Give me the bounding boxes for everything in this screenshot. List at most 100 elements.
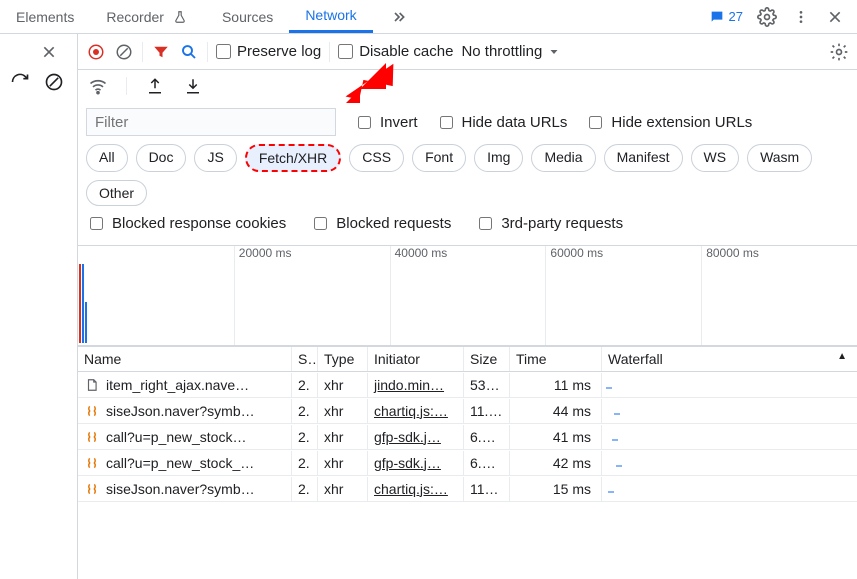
kebab-menu-icon[interactable] [791, 7, 811, 27]
disable-cache-checkbox[interactable]: Disable cache [338, 43, 453, 60]
table-row[interactable]: call?u=p_new_stock…2.xhrgfp-sdk.j…6.5…41… [78, 424, 857, 450]
document-icon [84, 377, 100, 393]
col-status[interactable]: S. [292, 347, 318, 371]
hide-data-urls-checkbox[interactable]: Hide data URLs [436, 113, 568, 132]
preserve-log-input[interactable] [216, 44, 231, 59]
filter-icon[interactable] [151, 42, 171, 62]
chevron-down-icon [548, 46, 560, 58]
request-initiator[interactable]: chartiq.js:… [368, 477, 464, 501]
col-waterfall-label: Waterfall [608, 351, 663, 367]
preserve-log-label: Preserve log [237, 43, 321, 60]
search-icon[interactable] [179, 42, 199, 62]
third-party-checkbox[interactable]: 3rd-party requests [475, 214, 623, 233]
tab-network[interactable]: Network [289, 0, 372, 33]
gear-icon[interactable] [757, 7, 777, 27]
request-time: 42 ms [510, 451, 602, 475]
chip-font[interactable]: Font [412, 144, 466, 172]
overview-tick: 20000 ms [234, 246, 292, 345]
chip-doc[interactable]: Doc [136, 144, 187, 172]
download-icon[interactable] [183, 76, 203, 96]
chip-fetchxhr[interactable]: Fetch/XHR [245, 144, 341, 172]
wifi-icon[interactable] [88, 76, 108, 96]
request-time: 44 ms [510, 399, 602, 423]
col-time[interactable]: Time [510, 347, 602, 371]
chip-js[interactable]: JS [194, 144, 236, 172]
invert-checkbox[interactable]: Invert [354, 113, 418, 132]
col-type-label: Type [324, 351, 354, 367]
tab-recorder[interactable]: Recorder [90, 0, 206, 33]
request-size: 53… [464, 373, 510, 397]
request-status: 2. [292, 425, 318, 449]
request-waterfall [602, 459, 857, 467]
tab-more[interactable] [373, 0, 425, 33]
throttling-select[interactable]: No throttling [461, 43, 560, 60]
upload-icon[interactable] [145, 76, 165, 96]
close-icon[interactable] [825, 7, 845, 27]
request-initiator[interactable]: gfp-sdk.j… [368, 451, 464, 475]
network-panel: Preserve log Disable cache No throttling [78, 34, 857, 579]
request-size: 6.5… [464, 425, 510, 449]
request-initiator[interactable]: gfp-sdk.j… [368, 425, 464, 449]
hide-data-urls-input[interactable] [440, 116, 453, 129]
chip-other[interactable]: Other [86, 180, 147, 206]
col-waterfall[interactable]: Waterfall▲ [602, 347, 857, 371]
request-name: call?u=p_new_stock… [106, 429, 246, 445]
hide-ext-urls-input[interactable] [589, 116, 602, 129]
chip-wasm[interactable]: Wasm [747, 144, 812, 172]
braces-icon [84, 403, 100, 419]
third-party-label: 3rd-party requests [501, 215, 623, 232]
clear-icon[interactable] [44, 72, 64, 92]
col-size[interactable]: Size [464, 347, 510, 371]
blocked-req-input[interactable] [314, 217, 327, 230]
blocked-cookies-input[interactable] [90, 217, 103, 230]
braces-icon [84, 455, 100, 471]
tabs-list: Elements Recorder Sources Network [0, 0, 425, 33]
close-drawer-icon[interactable] [39, 42, 59, 62]
preserve-log-checkbox[interactable]: Preserve log [216, 43, 321, 60]
request-time: 11 ms [510, 373, 602, 397]
table-row[interactable]: siseJson.naver?symb…2.xhrchartiq.js:…11.… [78, 398, 857, 424]
tab-elements[interactable]: Elements [0, 0, 90, 33]
request-waterfall [602, 381, 857, 389]
col-type[interactable]: Type [318, 347, 368, 371]
chip-media[interactable]: Media [531, 144, 595, 172]
chip-all[interactable]: All [86, 144, 128, 172]
col-initiator[interactable]: Initiator [368, 347, 464, 371]
col-time-label: Time [516, 351, 547, 367]
network-overview[interactable]: 20000 ms40000 ms60000 ms80000 ms [78, 246, 857, 346]
chip-img[interactable]: Img [474, 144, 523, 172]
braces-icon [84, 429, 100, 445]
table-row[interactable]: call?u=p_new_stock_…2.xhrgfp-sdk.j…6.8…4… [78, 450, 857, 476]
request-initiator[interactable]: chartiq.js:… [368, 399, 464, 423]
request-status: 2. [292, 399, 318, 423]
disable-cache-input[interactable] [338, 44, 353, 59]
tabs-right-actions: 27 [709, 7, 857, 27]
blocked-cookies-checkbox[interactable]: Blocked response cookies [86, 214, 286, 233]
request-initiator[interactable]: jindo.min… [368, 373, 464, 397]
disable-cache-label: Disable cache [359, 43, 453, 60]
table-row[interactable]: siseJson.naver?symb…2.xhrchartiq.js:…11…… [78, 476, 857, 502]
network-settings-icon[interactable] [829, 42, 849, 62]
col-size-label: Size [470, 351, 497, 367]
request-type: xhr [318, 399, 368, 423]
refresh-icon[interactable] [10, 72, 30, 92]
hide-ext-urls-checkbox[interactable]: Hide extension URLs [585, 113, 752, 132]
overview-tick: 80000 ms [701, 246, 759, 345]
chip-manifest[interactable]: Manifest [604, 144, 683, 172]
table-row[interactable]: item_right_ajax.nave…2.xhrjindo.min…53…1… [78, 372, 857, 398]
invert-input[interactable] [358, 116, 371, 129]
issues-badge[interactable]: 27 [709, 9, 743, 25]
side-column [0, 34, 78, 579]
third-party-input[interactable] [479, 217, 492, 230]
chevron-double-right-icon [389, 7, 409, 27]
filter-input[interactable] [86, 108, 336, 136]
col-status-label: S. [298, 351, 318, 367]
request-status: 2. [292, 477, 318, 501]
record-icon[interactable] [86, 42, 106, 62]
col-name[interactable]: Name [78, 347, 292, 371]
chip-ws[interactable]: WS [691, 144, 740, 172]
stop-icon[interactable] [114, 42, 134, 62]
chip-css[interactable]: CSS [349, 144, 404, 172]
tab-sources[interactable]: Sources [206, 0, 289, 33]
blocked-req-checkbox[interactable]: Blocked requests [310, 214, 451, 233]
